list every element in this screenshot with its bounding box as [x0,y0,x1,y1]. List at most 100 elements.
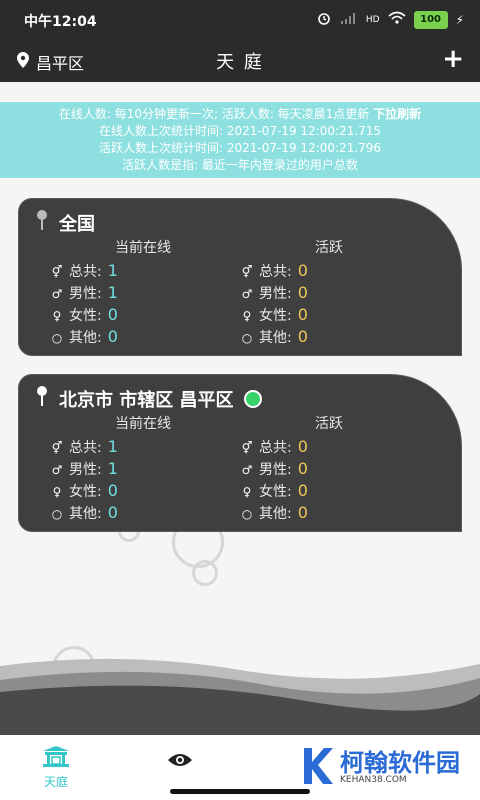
card-title: 全国 [59,213,95,235]
battery-indicator: 100 [413,10,448,29]
other-gender-icon: ○ [51,331,63,345]
online-header: 当前在线 [115,416,171,432]
row-label: 其他: [69,330,102,346]
watermark-text-block: 柯翰软件园 KEHAN38.COM [340,751,460,785]
online-female-row: ♀ 女性: 0 [51,305,118,325]
home-indicator [170,789,310,794]
online-other-value: 0 [107,503,118,522]
active-male-row: ♂ 男性: 0 [241,459,308,479]
online-total-row: ⚥ 总共: 1 [51,437,118,457]
online-other-row: ○ 其他: 0 [51,503,118,523]
tab-watch[interactable] [160,751,200,773]
female-icon: ♀ [52,485,62,499]
row-label: 男性: [259,462,292,478]
row-label: 总共: [259,440,292,456]
page-title: 天 庭 [216,52,264,73]
male-icon: ♂ [51,287,63,301]
online-stat-time: 在线人数上次统计时间: 2021-07-19 12:00:21.715 [98,124,382,138]
row-label: 其他: [259,506,292,522]
k-logo-icon [300,746,334,790]
active-male-value: 0 [297,283,308,302]
row-label: 女性: [259,308,292,324]
other-gender-icon: ○ [51,507,63,521]
row-label: 总共: [69,264,102,280]
tab-tianting[interactable]: 天庭 [26,745,86,790]
row-label: 男性: [259,286,292,302]
online-male-row: ♂ 男性: 1 [51,459,118,479]
male-icon: ♂ [241,287,253,301]
tab-label: 天庭 [43,775,68,789]
active-other-value: 0 [297,327,308,346]
pin-icon [35,209,49,236]
online-female-row: ♀ 女性: 0 [51,481,118,501]
row-label: 总共: [259,264,292,280]
signal-icon [340,11,358,28]
add-button[interactable]: + [442,44,464,74]
status-icons: HD 100 ⚡ [316,10,464,29]
app-bar: 昌平区 天 庭 + [0,40,480,82]
banner-line-1: 在线人数: 每10分钟更新一次; 活跃人数: 每天凌晨1点更新 下拉刷新 [0,106,480,123]
online-total-value: 1 [107,261,118,280]
status-time: 中午12:04 [24,14,97,30]
online-female-value: 0 [107,481,118,500]
charging-icon: ⚡ [455,12,464,27]
row-label: 女性: [69,484,102,500]
hd-label: HD [365,14,380,25]
other-gender-icon: ○ [241,331,253,345]
active-female-row: ♀ 女性: 0 [241,481,308,501]
status-bar: 中午12:04 HD 100 ⚡ [0,0,480,40]
gender-total-icon: ⚥ [241,265,253,279]
online-male-value: 1 [107,283,118,302]
online-other-value: 0 [107,327,118,346]
active-male-value: 0 [297,459,308,478]
info-banner: 在线人数: 每10分钟更新一次; 活跃人数: 每天凌晨1点更新 下拉刷新 在线人… [0,102,480,178]
row-label: 男性: [69,286,102,302]
active-definition: 活跃人数是指: 最近一年内登录过的用户总数 [122,158,358,172]
active-female-row: ♀ 女性: 0 [241,305,308,325]
active-header: 活跃 [315,416,343,432]
row-label: 总共: [69,440,102,456]
active-header: 活跃 [315,240,343,256]
female-icon: ♀ [242,309,252,323]
active-male-row: ♂ 男性: 0 [241,283,308,303]
active-other-row: ○ 其他: 0 [241,327,308,347]
online-header: 当前在线 [115,240,171,256]
online-total-row: ⚥ 总共: 1 [51,261,118,281]
active-other-row: ○ 其他: 0 [241,503,308,523]
gender-total-icon: ⚥ [51,441,63,455]
female-icon: ♀ [52,309,62,323]
temple-icon [41,745,71,771]
row-label: 女性: [69,308,102,324]
online-total-value: 1 [107,437,118,456]
pin-icon [35,385,49,412]
watermark-text: 柯翰软件园 [340,749,460,777]
active-total-value: 0 [297,437,308,456]
row-label: 其他: [69,506,102,522]
male-icon: ♂ [241,463,253,477]
gender-total-icon: ⚥ [51,265,63,279]
female-icon: ♀ [242,485,252,499]
stats-card-national: 全国 当前在线 活跃 ⚥ 总共: 1 ♂ 男性: 1 ♀ 女性: 0 ○ 其他:… [18,198,462,356]
active-total-row: ⚥ 总共: 0 [241,437,308,457]
online-male-value: 1 [107,459,118,478]
wifi-icon [388,11,406,28]
update-frequency-text: 在线人数: 每10分钟更新一次; 活跃人数: 每天凌晨1点更新 [58,107,370,121]
gender-total-icon: ⚥ [241,441,253,455]
card-header: 全国 [35,209,95,236]
active-female-value: 0 [297,305,308,324]
active-total-value: 0 [297,261,308,280]
online-other-row: ○ 其他: 0 [51,327,118,347]
pull-to-refresh-hint: 下拉刷新 [373,107,422,121]
active-stat-time: 活跃人数上次统计时间: 2021-07-19 12:00:21.796 [98,141,382,155]
other-gender-icon: ○ [241,507,253,521]
alarm-icon [316,10,332,29]
watermark: 柯翰软件园 KEHAN38.COM [300,746,460,790]
card-header: 北京市 市辖区 昌平区 [35,385,262,412]
decorative-bubble [192,560,218,586]
row-label: 女性: [259,484,292,500]
row-label: 其他: [259,330,292,346]
active-other-value: 0 [297,503,308,522]
male-icon: ♂ [51,463,63,477]
active-total-row: ⚥ 总共: 0 [241,261,308,281]
online-status-indicator [243,389,262,408]
